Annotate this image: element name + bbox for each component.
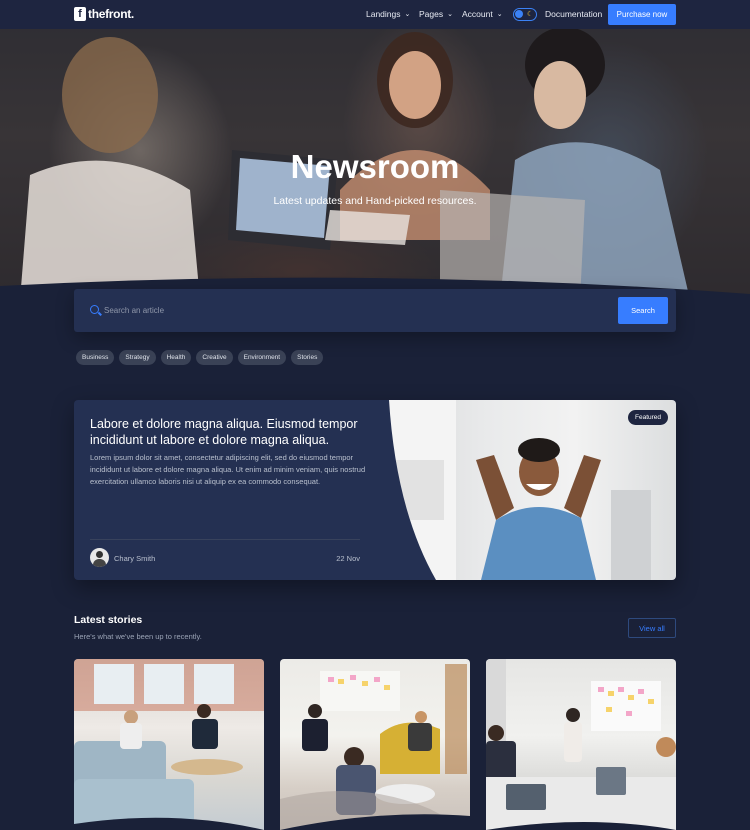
featured-image xyxy=(386,400,676,580)
view-all-button[interactable]: View all xyxy=(628,618,676,638)
search-bar: Search xyxy=(74,289,676,332)
author-name: Chary Smith xyxy=(114,554,156,563)
search-input[interactable] xyxy=(104,299,604,322)
tag-list: Business Strategy Health Creative Enviro… xyxy=(76,350,324,365)
nav-documentation[interactable]: Documentation xyxy=(545,9,602,19)
search-icon xyxy=(90,305,99,314)
chevron-down-icon: ⌄ xyxy=(496,11,503,18)
purchase-now-button[interactable]: Purchase now xyxy=(608,4,676,25)
page-title: Newsroom xyxy=(290,148,460,185)
chevron-down-icon: ⌄ xyxy=(404,11,411,18)
story-card[interactable] xyxy=(280,659,470,830)
nav-pages[interactable]: Pages ⌄ xyxy=(419,9,453,19)
featured-title[interactable]: Labore et dolore magna aliqua. Eiusmod t… xyxy=(90,416,370,448)
search-button[interactable]: Search xyxy=(618,297,668,324)
story-card[interactable] xyxy=(74,659,264,830)
tag-creative[interactable]: Creative xyxy=(196,350,233,365)
hero-section: Newsroom Latest updates and Hand-picked … xyxy=(0,0,750,300)
story-image xyxy=(280,664,470,830)
tag-stories[interactable]: Stories xyxy=(291,350,324,365)
publish-date: 22 Nov xyxy=(336,554,360,563)
tag-business[interactable]: Business xyxy=(76,350,115,365)
logo-mark: f xyxy=(74,7,86,21)
tag-environment[interactable]: Environment xyxy=(237,350,287,365)
nav-account[interactable]: Account ⌄ xyxy=(462,9,503,19)
divider xyxy=(90,539,360,540)
nav-account-label: Account xyxy=(462,9,493,19)
moon-icon: ☾ xyxy=(527,11,534,18)
top-navbar: f thefront. Landings ⌄ Pages ⌄ Account ⌄… xyxy=(0,0,750,29)
tag-strategy[interactable]: Strategy xyxy=(119,350,156,365)
story-image xyxy=(486,659,676,830)
toggle-knob xyxy=(515,10,523,18)
logo[interactable]: f thefront. xyxy=(74,7,134,21)
nav-landings-label: Landings xyxy=(366,9,401,19)
featured-curve xyxy=(386,400,436,580)
latest-stories-subtitle: Here's what we've been up to recently. xyxy=(74,632,202,641)
featured-article-card[interactable]: Labore et dolore magna aliqua. Eiusmod t… xyxy=(74,400,676,580)
story-image xyxy=(74,659,264,830)
nav-landings[interactable]: Landings ⌄ xyxy=(366,9,410,19)
page-subtitle: Latest updates and Hand-picked resources… xyxy=(273,195,477,207)
featured-excerpt: Lorem ipsum dolor sit amet, consectetur … xyxy=(90,453,366,487)
chevron-down-icon: ⌄ xyxy=(447,11,453,18)
avatar xyxy=(90,548,109,567)
tag-health[interactable]: Health xyxy=(160,350,192,365)
logo-text: thefront. xyxy=(88,7,134,21)
theme-toggle[interactable]: ☾ xyxy=(513,8,537,21)
latest-stories-heading: Latest stories xyxy=(74,614,143,626)
nav-pages-label: Pages xyxy=(419,9,444,19)
featured-badge: Featured xyxy=(628,410,669,425)
story-card[interactable] xyxy=(486,659,676,830)
